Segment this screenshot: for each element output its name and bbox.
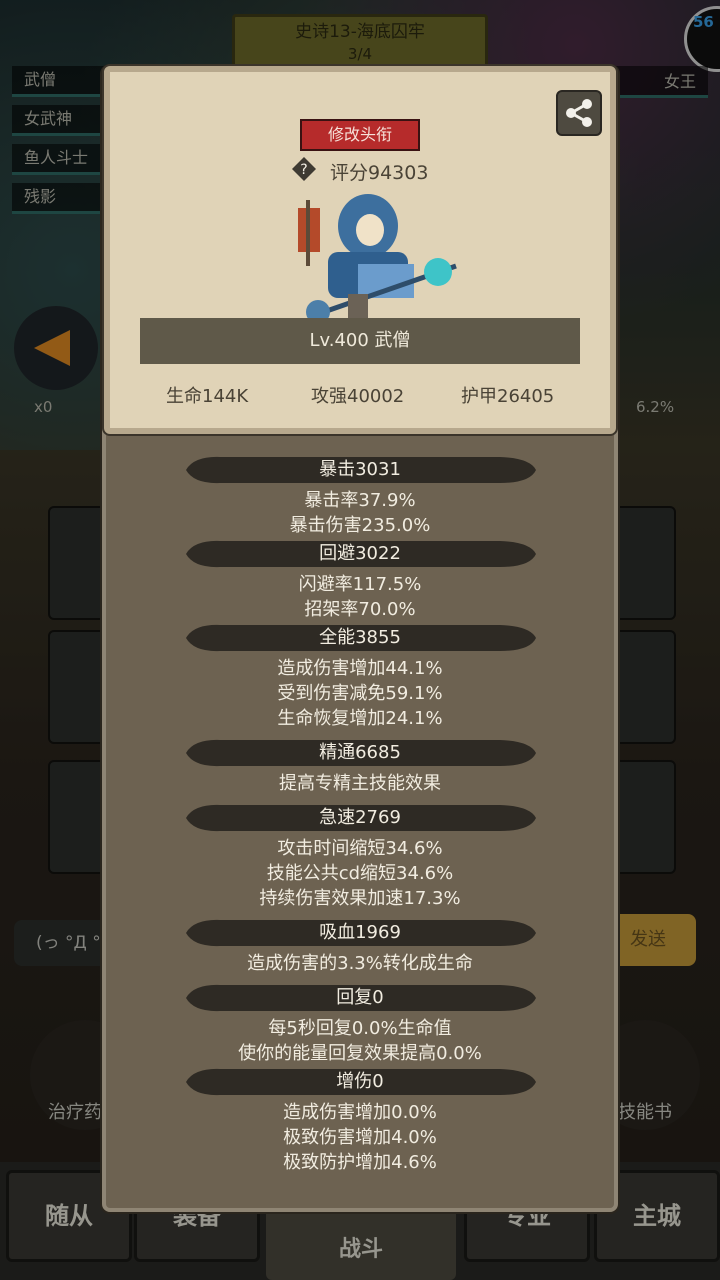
stat-header: 增伤0 [180,1066,540,1098]
stat-header: 回复0 [180,982,540,1014]
attack-stat: 攻强40002 [311,386,405,407]
stat-line: 造成伤害的3.3%转化成生命 [247,953,473,974]
score-label: 评分94303 [330,162,429,184]
armor-stat: 护甲26405 [461,386,555,407]
share-icon[interactable] [556,90,602,136]
svg-text:?: ? [300,162,307,178]
stat-line: 使你的能量回复效果提高0.0% [238,1043,482,1064]
stat-header-label: 回避3022 [319,543,401,564]
stat-line: 生命恢复增加24.1% [277,708,443,729]
stat-header: 回避3022 [180,538,540,570]
stat-header: 吸血1969 [180,917,540,949]
hero-portrait [288,186,464,326]
stat-line: 每5秒回复0.0%生命值 [268,1018,452,1039]
hp-stat: 生命144K [166,386,249,407]
stat-line: 攻击时间缩短34.6% [277,838,443,859]
stat-line: 暴击伤害235.0% [289,515,431,536]
stat-header: 急速2769 [180,802,540,834]
stat-header-label: 全能3855 [319,627,401,648]
stat-header-label: 回复0 [336,987,384,1008]
stat-line: 造成伤害增加0.0% [283,1102,437,1123]
level-class-bar: Lv.400 武僧 [140,318,580,364]
stat-line: 暴击率37.9% [304,490,416,511]
stat-header-label: 增伤0 [336,1071,384,1092]
help-icon[interactable]: ? [291,156,317,182]
stat-header-label: 暴击3031 [319,459,401,480]
stat-header-label: 急速2769 [319,807,401,828]
stats-list: 暴击3031 暴击率37.9% 暴击伤害235.0% 回避3022 闪避率117… [104,454,616,1175]
edit-title-button[interactable]: 修改头衔 [300,119,420,151]
stat-line: 受到伤害减免59.1% [277,683,443,704]
stat-line: 闪避率117.5% [298,574,422,595]
stat-header: 暴击3031 [180,454,540,486]
stat-line: 极致防护增加4.6% [283,1152,437,1173]
stat-line: 提高专精主技能效果 [279,773,441,794]
stat-line: 招架率70.0% [304,599,416,620]
stat-line: 技能公共cd缩短34.6% [266,863,454,884]
stat-line: 极致伤害增加4.0% [283,1127,437,1148]
stat-header-label: 吸血1969 [319,922,401,943]
stat-header-label: 精通6685 [319,742,401,763]
stat-line: 造成伤害增加44.1% [277,658,443,679]
stat-header: 精通6685 [180,737,540,769]
stat-header: 全能3855 [180,622,540,654]
share-glyph [566,99,592,127]
stat-line: 持续伤害效果加速17.3% [259,888,461,909]
